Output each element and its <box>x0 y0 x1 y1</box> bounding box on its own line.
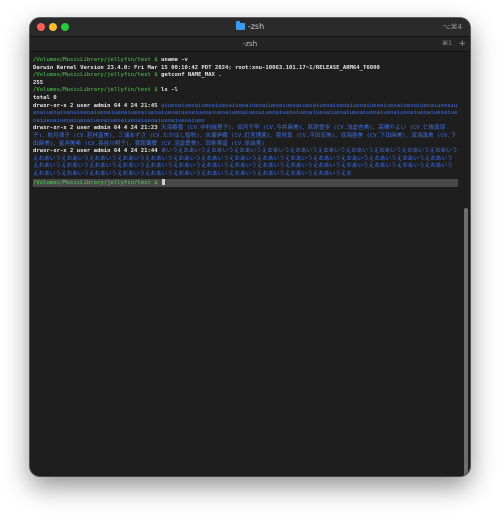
current-prompt-line[interactable]: /Volumes/MusicLibrary/jellyfin/test $ <box>33 178 458 188</box>
entry-meta: drwxr-xr-x 2 user admin 64 4 24 21:44 <box>33 148 158 155</box>
prompt: /Volumes/MusicLibrary/jellyfin/test $ <box>33 179 158 186</box>
new-tab-button[interactable]: + <box>458 38 466 50</box>
command: uname -v <box>160 57 188 63</box>
command: ls -l <box>160 87 178 94</box>
prompt: /Volumes/MusicLibrary/jellyfin/test $ <box>33 57 158 63</box>
folder-icon <box>235 21 245 30</box>
command-line: /Volumes/MusicLibrary/jellyfin/test $ ls… <box>33 87 458 95</box>
window-title: -zsh <box>30 21 470 33</box>
terminal-window: -zsh ⌥⌘4 -zsh ⌘1 + /Volumes/MusicLibrary… <box>30 18 470 476</box>
tab-zsh[interactable]: -zsh <box>30 38 470 50</box>
command-line: /Volumes/MusicLibrary/jellyfin/test $ un… <box>33 57 458 65</box>
window-shortcut: ⌥⌘4 <box>442 23 462 31</box>
terminal-output[interactable]: /Volumes/MusicLibrary/jellyfin/test $ un… <box>30 53 461 476</box>
tab-shortcut: ⌘1 <box>442 40 452 47</box>
title-bar[interactable]: -zsh ⌥⌘4 <box>30 18 470 37</box>
command-line: /Volumes/MusicLibrary/jellyfin/test $ ge… <box>33 72 458 80</box>
text-cursor <box>161 178 165 185</box>
entry-meta: drwxr-xr-x 2 user admin 64 4 24 21:23 <box>33 125 158 132</box>
output-line: total 0 <box>33 94 57 101</box>
ls-entry: drwxr-xr-x 2 user admin 64 4 24 21:23 天海… <box>33 125 458 148</box>
entry-meta: drwxr-xr-x 2 user admin 64 4 24 21:45 <box>33 102 158 109</box>
window-title-text: -zsh <box>247 22 265 31</box>
prompt: /Volumes/MusicLibrary/jellyfin/test $ <box>33 72 158 79</box>
output-line: 255 <box>33 79 44 86</box>
prompt: /Volumes/MusicLibrary/jellyfin/test $ <box>33 87 158 94</box>
output-line: Darwin Kernel Version 23.4.0: Fri Mar 15… <box>33 64 380 71</box>
tab-bar: -zsh ⌘1 + <box>30 37 470 52</box>
scrollbar[interactable] <box>464 208 468 476</box>
ls-entry: drwxr-xr-x 2 user admin 64 4 24 21:44 あい… <box>33 148 458 178</box>
command: getconf NAME_MAX . <box>160 72 222 79</box>
ls-entry: drwxr-xr-x 2 user admin 64 4 24 21:45 ai… <box>33 103 458 126</box>
